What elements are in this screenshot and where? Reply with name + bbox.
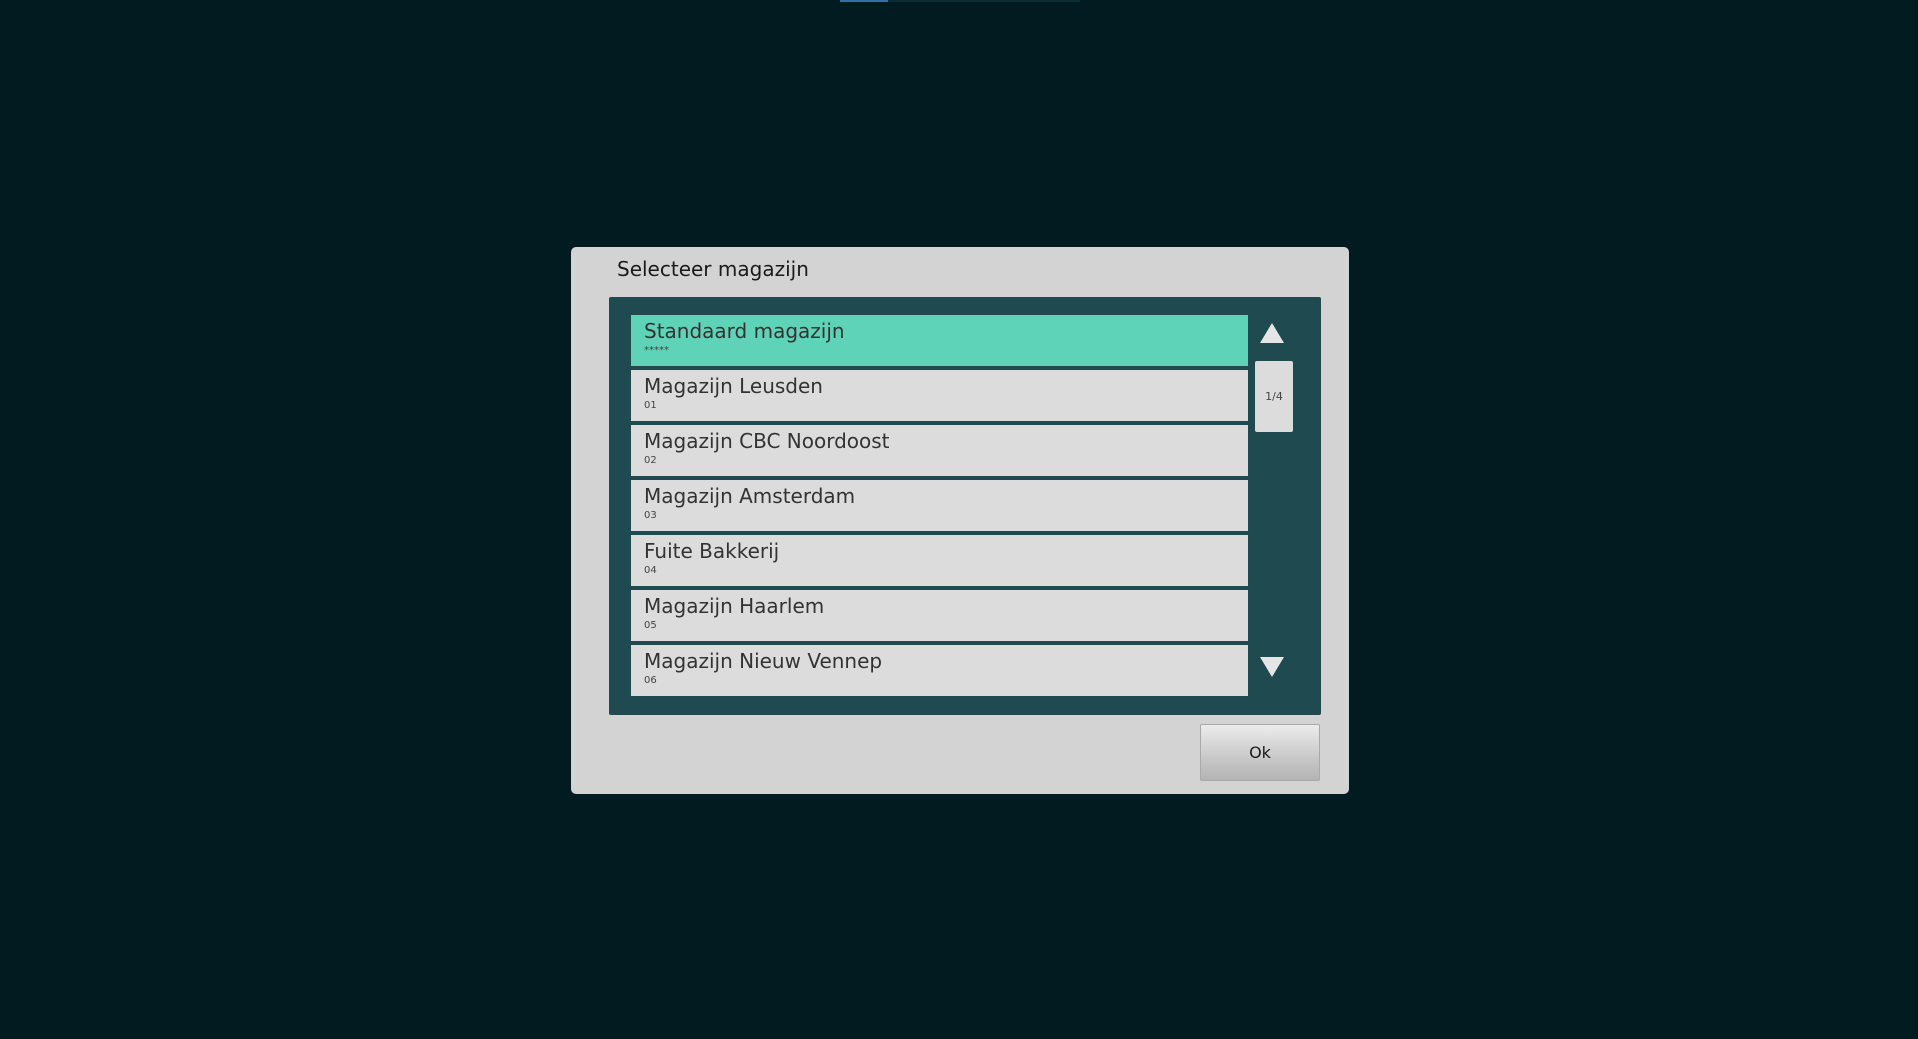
scroll-down-button[interactable]	[1253, 655, 1291, 689]
item-name: Standaard magazijn	[644, 319, 845, 343]
dialog-title: Selecteer magazijn	[617, 257, 809, 281]
item-name: Magazijn Leusden	[644, 374, 823, 398]
warehouse-list: Standaard magazijn ***** Magazijn Leusde…	[631, 315, 1248, 700]
warehouse-select-dialog: Selecteer magazijn Standaard magazijn **…	[571, 247, 1349, 794]
list-item-0[interactable]: Standaard magazijn *****	[631, 315, 1248, 366]
item-name: Magazijn Nieuw Vennep	[644, 649, 883, 673]
item-code: 01	[644, 400, 657, 411]
item-code: 03	[644, 510, 657, 521]
item-code: 06	[644, 675, 657, 686]
warehouse-list-panel: Standaard magazijn ***** Magazijn Leusde…	[609, 297, 1321, 715]
item-code: 05	[644, 620, 657, 631]
page-indicator: 1/4	[1255, 361, 1293, 432]
top-strip-accent	[840, 0, 888, 2]
list-item-4[interactable]: Fuite Bakkerij 04	[631, 535, 1248, 586]
ok-button[interactable]: Ok	[1200, 724, 1320, 781]
item-code: 02	[644, 455, 657, 466]
list-item-5[interactable]: Magazijn Haarlem 05	[631, 590, 1248, 641]
item-code: 04	[644, 565, 657, 576]
item-name: Fuite Bakkerij	[644, 539, 780, 563]
triangle-down-icon	[1260, 657, 1284, 677]
list-item-3[interactable]: Magazijn Amsterdam 03	[631, 480, 1248, 531]
list-item-6[interactable]: Magazijn Nieuw Vennep 06	[631, 645, 1248, 696]
list-item-2[interactable]: Magazijn CBC Noordoost 02	[631, 425, 1248, 476]
item-code: *****	[644, 345, 669, 356]
scroll-up-button[interactable]	[1253, 321, 1291, 355]
item-name: Magazijn Amsterdam	[644, 484, 856, 508]
item-name: Magazijn CBC Noordoost	[644, 429, 890, 453]
item-name: Magazijn Haarlem	[644, 594, 825, 618]
list-item-1[interactable]: Magazijn Leusden 01	[631, 370, 1248, 421]
triangle-up-icon	[1260, 323, 1284, 343]
